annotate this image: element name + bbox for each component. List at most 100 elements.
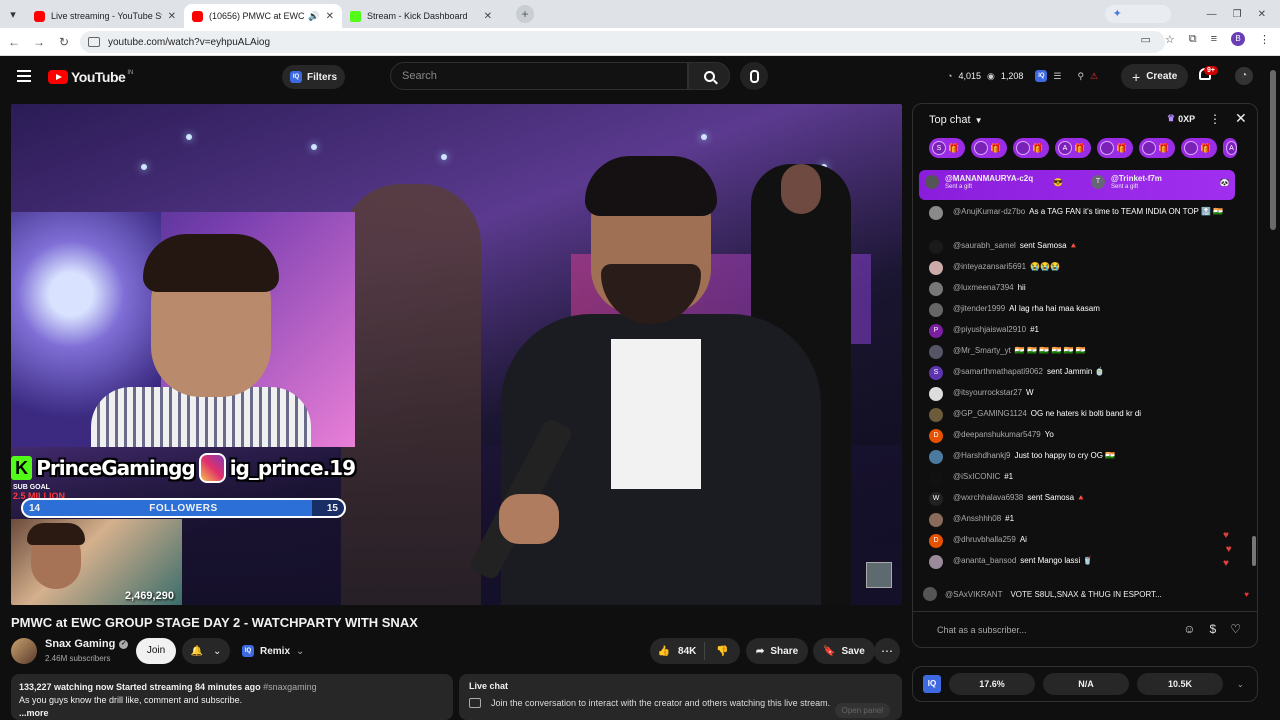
gifter-chip[interactable]: 🎁 bbox=[1097, 138, 1133, 158]
tab-kick-dashboard[interactable]: Stream - Kick Dashboard ✕ bbox=[342, 4, 500, 28]
share-button[interactable]: ➦ Share bbox=[746, 638, 809, 664]
chat-message[interactable]: @Harshdhankj9 Just too happy to cry OG 🇮🇳 bbox=[929, 449, 1247, 470]
open-panel-button[interactable]: Open panel bbox=[834, 703, 890, 718]
tab-youtube-studio[interactable]: Live streaming - YouTube Studio ✕ bbox=[26, 4, 184, 28]
chat-message[interactable]: D @dhruvbhalla259 Ai bbox=[929, 533, 1247, 554]
mini-player-thumbnail[interactable] bbox=[866, 562, 892, 588]
chat-message[interactable]: @iSxICONIC #1 bbox=[929, 470, 1247, 491]
channel-avatar[interactable] bbox=[11, 638, 37, 664]
forward-icon[interactable]: → bbox=[28, 35, 50, 49]
message-author[interactable]: @itsyourrockstar27 bbox=[953, 388, 1022, 397]
message-author[interactable]: @dhruvbhalla259 bbox=[953, 535, 1016, 544]
more-actions-icon[interactable]: ⋯ bbox=[874, 638, 900, 664]
join-button[interactable]: Join bbox=[136, 638, 176, 664]
dislike-button[interactable]: 👎 bbox=[705, 646, 740, 657]
message-author[interactable]: @ananta_bansod bbox=[953, 556, 1016, 565]
search-button[interactable] bbox=[688, 62, 730, 90]
chat-message[interactable]: @Ansshhh08 #1 bbox=[929, 512, 1247, 533]
chat-message[interactable]: @GP_GAMING1124 OG ne haters ki bolti band… bbox=[929, 407, 1247, 428]
message-author[interactable]: @iSxICONIC bbox=[953, 472, 1000, 481]
chat-message[interactable]: @ananta_bansod sent Mango lassi 🥤 bbox=[929, 554, 1247, 575]
avatar[interactable]: W bbox=[929, 492, 943, 506]
chat-message[interactable]: S @samarthmathapati9062 sent Jammin 🍵 bbox=[929, 365, 1247, 386]
gifter-chip[interactable]: 🎁 bbox=[1181, 138, 1217, 158]
new-tab-button[interactable]: + bbox=[516, 5, 534, 23]
chat-mode-dropdown[interactable]: Top chat ▼ bbox=[913, 104, 1257, 136]
chat-input[interactable]: Chat as a subscriber... ☺ $ ♡ bbox=[923, 619, 1249, 641]
remix-button[interactable]: IQ Remix ⌄ bbox=[238, 638, 314, 664]
search-input[interactable]: Search bbox=[390, 62, 688, 90]
iq-icon[interactable]: IQ bbox=[923, 675, 941, 693]
super-chat-icon[interactable]: $ bbox=[1210, 622, 1217, 636]
minimize-icon[interactable]: — bbox=[1207, 9, 1217, 20]
chat-message[interactable]: @inteyazansari5691 😭😭😭 bbox=[929, 260, 1247, 281]
avatar[interactable] bbox=[929, 240, 943, 254]
reading-list-icon[interactable]: ≡ bbox=[1211, 33, 1217, 45]
avatar[interactable] bbox=[929, 261, 943, 275]
message-author[interactable]: @Harshdhankj9 bbox=[953, 451, 1010, 460]
voice-search-icon[interactable] bbox=[740, 62, 768, 90]
gemini-icon[interactable]: ✦ bbox=[1104, 5, 1171, 23]
avatar[interactable] bbox=[929, 345, 943, 359]
message-author[interactable]: @AnujKumar-dz7bo bbox=[953, 207, 1025, 216]
message-author[interactable]: @GP_GAMING1124 bbox=[953, 409, 1027, 418]
show-more-link[interactable]: ...more bbox=[19, 707, 445, 720]
browser-menu-icon[interactable]: ⋮ bbox=[1259, 33, 1270, 46]
avatar[interactable]: D bbox=[929, 429, 943, 443]
chat-scrollbar[interactable] bbox=[1251, 166, 1257, 576]
channel-name[interactable]: Snax Gaming bbox=[45, 638, 115, 650]
chat-message[interactable]: @Mr_Smarty_yt 🇮🇳 🇮🇳 🇮🇳 🇮🇳 🇮🇳 🇮🇳 bbox=[929, 344, 1247, 365]
extensions-icon[interactable]: ⧉ bbox=[1189, 33, 1197, 46]
chat-message[interactable]: @saurabh_samel sent Samosa 🔺 bbox=[929, 239, 1247, 260]
tab-search-icon[interactable]: ▾ bbox=[0, 0, 26, 28]
avatar[interactable] bbox=[929, 471, 943, 485]
cast-icon[interactable]: ▭ bbox=[1140, 33, 1150, 46]
xp-badge[interactable]: ♛ 0XP bbox=[1167, 113, 1195, 124]
description-box[interactable]: 133,227 watching now Started streaming 8… bbox=[11, 674, 453, 720]
avatar[interactable] bbox=[929, 513, 943, 527]
close-tab-icon[interactable]: ✕ bbox=[484, 11, 492, 22]
close-tab-icon[interactable]: ✕ bbox=[326, 11, 334, 22]
heart-icon[interactable]: ♥ bbox=[1244, 590, 1249, 599]
avatar[interactable]: S bbox=[929, 366, 943, 380]
message-author[interactable]: @jitender1999 bbox=[953, 304, 1005, 313]
message-author[interactable]: @piyushjaiswal2910 bbox=[953, 325, 1026, 334]
bookmark-star-icon[interactable]: ☆ bbox=[1165, 33, 1175, 46]
subscribe-notifications-button[interactable]: 🔔 ⌄ bbox=[182, 638, 230, 664]
page-scrollbar[interactable] bbox=[1270, 60, 1278, 720]
close-window-icon[interactable]: ✕ bbox=[1258, 9, 1266, 20]
menu-icon[interactable] bbox=[17, 70, 31, 82]
avatar[interactable]: P bbox=[929, 324, 943, 338]
chevron-down-icon[interactable]: ⌄ bbox=[1237, 680, 1244, 689]
chat-message[interactable]: D @deepanshukumar5479 Yo bbox=[929, 428, 1247, 449]
gift-entry[interactable]: T @Trinket-f7m Sent a gift 🐼 bbox=[1091, 174, 1230, 190]
youtube-logo[interactable]: YouTube IN bbox=[48, 69, 133, 85]
avatar[interactable] bbox=[929, 206, 943, 220]
gift-entry[interactable]: @MANANMAURYA-c2q Sent a gift 😎 bbox=[925, 174, 1063, 190]
message-author[interactable]: @samarthmathapati9062 bbox=[953, 367, 1043, 376]
avatar[interactable] bbox=[929, 450, 943, 464]
list-icon[interactable]: ☰ bbox=[1053, 71, 1061, 82]
profile-avatar[interactable]: B bbox=[1231, 32, 1245, 46]
close-tab-icon[interactable]: ✕ bbox=[168, 11, 176, 22]
gifter-chip[interactable]: 🎁 bbox=[1139, 138, 1175, 158]
maximize-icon[interactable]: ❐ bbox=[1233, 9, 1242, 20]
chat-message[interactable]: W @wxrchhalava6938 sent Samosa 🔺 bbox=[929, 491, 1247, 512]
emoji-icon[interactable]: ☺ bbox=[1183, 622, 1195, 636]
chat-scroll-thumb[interactable] bbox=[1252, 536, 1256, 566]
tab-pmwc-video[interactable]: (10656) PMWC at EWC GROUP 🔊 ✕ bbox=[184, 4, 342, 28]
heart-outline-icon[interactable]: ♡ bbox=[1230, 622, 1241, 636]
message-author[interactable]: @deepanshukumar5479 bbox=[953, 430, 1041, 439]
filters-button[interactable]: IQ Filters bbox=[282, 65, 346, 89]
alert-icon[interactable]: ⚠ bbox=[1090, 71, 1098, 82]
chat-message[interactable]: @AnujKumar-dz7bo As a TAG FAN it's time t… bbox=[929, 205, 1247, 239]
create-button[interactable]: + Create bbox=[1121, 64, 1189, 89]
gifter-chip[interactable]: 🎁 bbox=[971, 138, 1007, 158]
avatar[interactable] bbox=[929, 282, 943, 296]
gifter-chip[interactable]: A bbox=[1223, 138, 1237, 158]
page-scroll-thumb[interactable] bbox=[1270, 70, 1276, 230]
avatar[interactable] bbox=[929, 387, 943, 401]
video-player[interactable]: K PrinceGamingg ig_prince.19 SUB GOAL 2.… bbox=[11, 104, 902, 605]
message-author[interactable]: @luxmeena7394 bbox=[953, 283, 1014, 292]
message-author[interactable]: @Mr_Smarty_yt bbox=[953, 346, 1011, 355]
